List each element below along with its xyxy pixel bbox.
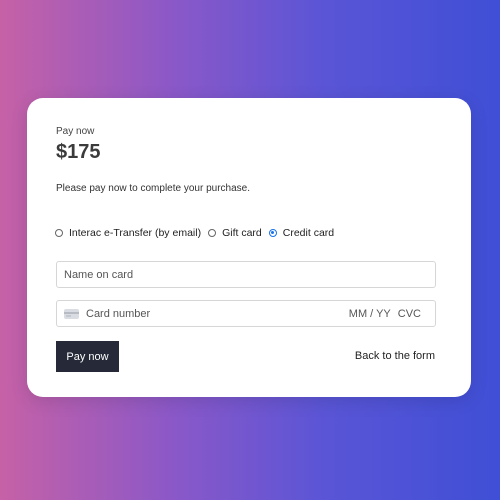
payment-amount: $175	[56, 141, 101, 163]
interac-radio[interactable]	[55, 229, 63, 237]
name-on-card-placeholder: Name on card	[64, 268, 134, 281]
gift-card-radio[interactable]	[208, 229, 217, 237]
pay-now-button[interactable]: Pay now	[56, 341, 119, 372]
cvc-placeholder[interactable]: CVC	[398, 308, 421, 320]
payment-description: Please pay now to complete your purchase…	[56, 183, 250, 194]
credit-card-icon	[64, 308, 79, 319]
method-credit-card[interactable]: Credit card	[268, 227, 335, 239]
credit-card-radio[interactable]	[268, 229, 277, 237]
interac-label: Interac e-Transfer (by email)	[69, 227, 202, 239]
back-to-form-link[interactable]: Back to the form	[355, 350, 435, 362]
name-on-card-input[interactable]: Name on card	[56, 261, 436, 288]
payment-card: Pay now $175 Please pay now to complete …	[27, 98, 471, 397]
card-number-input[interactable]: Card number MM / YY CVC	[56, 300, 436, 327]
method-gift-card[interactable]: Gift card	[208, 227, 262, 239]
pay-now-label: Pay now	[56, 126, 95, 137]
method-interac[interactable]: Interac e-Transfer (by email)	[55, 227, 201, 239]
credit-card-label: Credit card	[282, 227, 335, 239]
expiry-placeholder[interactable]: MM / YY	[349, 308, 391, 320]
gift-card-label: Gift card	[222, 227, 262, 239]
card-number-placeholder: Card number	[86, 307, 151, 320]
payment-method-group: Interac e-Transfer (by email) Gift card …	[55, 227, 341, 239]
